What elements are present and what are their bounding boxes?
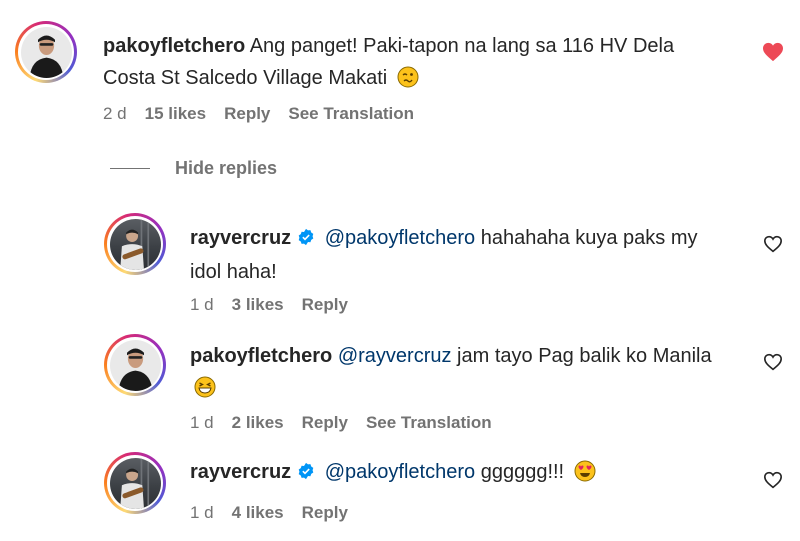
reply-button[interactable]: Reply <box>224 104 270 124</box>
reply-button[interactable]: Reply <box>302 413 348 433</box>
comment-text: gggggg!!! <box>480 461 565 483</box>
profile-photo <box>109 457 161 509</box>
hide-replies-label[interactable]: Hide replies <box>175 158 277 179</box>
timestamp: 1 d <box>190 413 214 432</box>
username[interactable]: pakoyfletchero <box>190 345 332 367</box>
avatar[interactable] <box>15 21 77 83</box>
like-heart-icon[interactable] <box>763 353 783 376</box>
person-silhouette-icon <box>118 348 152 391</box>
mention-link[interactable]: @pakoyfletchero <box>325 227 475 249</box>
avatar[interactable] <box>104 213 166 275</box>
comment-body: rayvercruz @pakoyfletchero hahahaha kuya… <box>190 222 730 288</box>
timestamp: 1 d <box>190 295 214 314</box>
likes-count[interactable]: 4 likes <box>232 503 284 523</box>
comment-meta: 1 d 3 likes Reply <box>190 295 366 315</box>
comment-body: pakoyfletchero Ang panget! Paki-tapon na… <box>103 30 723 98</box>
comment-meta: 1 d 2 likes Reply See Translation <box>190 413 510 433</box>
profile-photo <box>109 339 161 391</box>
profile-photo <box>20 26 72 78</box>
see-translation-link[interactable]: See Translation <box>288 104 414 124</box>
username[interactable]: rayvercruz <box>190 461 291 483</box>
reply-button[interactable]: Reply <box>302 295 348 315</box>
avatar[interactable] <box>104 334 166 396</box>
person-with-guitar-icon <box>119 457 149 509</box>
likes-count[interactable]: 15 likes <box>145 104 206 124</box>
mention-link[interactable]: @pakoyfletchero <box>325 461 475 483</box>
woozy-face-icon <box>397 66 419 98</box>
username[interactable]: rayvercruz <box>190 227 291 249</box>
avatar[interactable] <box>104 452 166 514</box>
username[interactable]: pakoyfletchero <box>103 35 245 57</box>
comment-text: jam tayo Pag balik ko Manila <box>457 345 712 367</box>
comment-meta: 1 d 4 likes Reply <box>190 503 366 523</box>
timestamp: 1 d <box>190 503 214 522</box>
heart-eyes-face-icon <box>574 460 596 492</box>
comment-meta: 2 d 15 likes Reply See Translation <box>103 104 432 124</box>
person-with-guitar-icon <box>119 218 149 270</box>
like-heart-icon[interactable] <box>763 471 783 494</box>
verified-badge-icon <box>297 458 315 490</box>
mention-link[interactable]: @rayvercruz <box>338 345 452 367</box>
divider-line <box>110 168 150 169</box>
comment-body: pakoyfletchero @rayvercruz jam tayo Pag … <box>190 340 730 408</box>
person-silhouette-icon <box>29 35 63 78</box>
like-heart-icon[interactable] <box>763 235 783 258</box>
like-heart-icon[interactable] <box>762 42 784 67</box>
grinning-squinting-face-icon <box>194 376 216 408</box>
hide-replies-toggle[interactable]: Hide replies <box>110 158 277 179</box>
timestamp: 2 d <box>103 104 127 123</box>
verified-badge-icon <box>297 224 315 256</box>
see-translation-link[interactable]: See Translation <box>366 413 492 433</box>
comment-body: rayvercruz @pakoyfletchero gggggg!!! <box>190 456 730 492</box>
profile-photo <box>109 218 161 270</box>
reply-button[interactable]: Reply <box>302 503 348 523</box>
likes-count[interactable]: 2 likes <box>232 413 284 433</box>
likes-count[interactable]: 3 likes <box>232 295 284 315</box>
